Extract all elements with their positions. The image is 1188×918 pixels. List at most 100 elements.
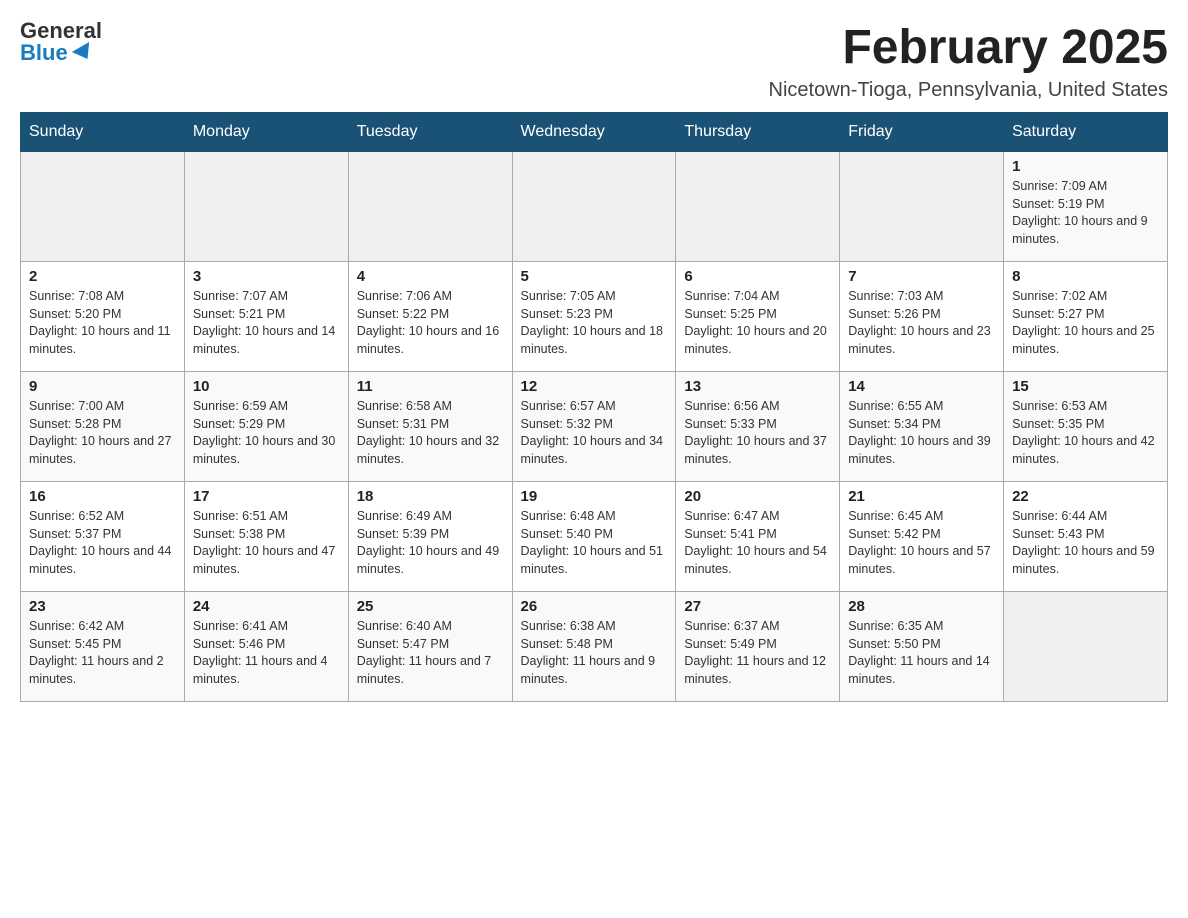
- calendar-table: SundayMondayTuesdayWednesdayThursdayFrid…: [20, 112, 1168, 702]
- calendar-cell: 22 Sunrise: 6:44 AMSunset: 5:43 PMDayligh…: [1004, 482, 1168, 592]
- day-number: 24: [193, 598, 340, 615]
- day-number: 19: [521, 488, 668, 505]
- calendar-cell: 24 Sunrise: 6:41 AMSunset: 5:46 PMDayligh…: [184, 592, 348, 702]
- day-info: Sunrise: 6:41 AMSunset: 5:46 PMDaylight:…: [193, 618, 340, 688]
- calendar-cell: 5 Sunrise: 7:05 AMSunset: 5:23 PMDaylight…: [512, 262, 676, 372]
- logo-arrow-icon: [72, 42, 96, 64]
- weekday-header-saturday: Saturday: [1004, 113, 1168, 152]
- calendar-cell: [1004, 592, 1168, 702]
- calendar-cell: 21 Sunrise: 6:45 AMSunset: 5:42 PMDayligh…: [840, 482, 1004, 592]
- day-info: Sunrise: 7:04 AMSunset: 5:25 PMDaylight:…: [684, 288, 831, 358]
- day-number: 3: [193, 268, 340, 285]
- day-info: Sunrise: 7:05 AMSunset: 5:23 PMDaylight:…: [521, 288, 668, 358]
- calendar-cell: 18 Sunrise: 6:49 AMSunset: 5:39 PMDayligh…: [348, 482, 512, 592]
- day-info: Sunrise: 6:48 AMSunset: 5:40 PMDaylight:…: [521, 508, 668, 578]
- calendar-cell: 23Sunrise: 6:42 AMSunset: 5:45 PMDayligh…: [21, 592, 185, 702]
- day-info: Sunrise: 7:02 AMSunset: 5:27 PMDaylight:…: [1012, 288, 1159, 358]
- day-info: Sunrise: 7:03 AMSunset: 5:26 PMDaylight:…: [848, 288, 995, 358]
- weekday-header-friday: Friday: [840, 113, 1004, 152]
- day-info: Sunrise: 6:47 AMSunset: 5:41 PMDaylight:…: [684, 508, 831, 578]
- weekday-header-monday: Monday: [184, 113, 348, 152]
- calendar-cell: 17 Sunrise: 6:51 AMSunset: 5:38 PMDayligh…: [184, 482, 348, 592]
- day-number: 13: [684, 378, 831, 395]
- calendar-week-row: 2Sunrise: 7:08 AMSunset: 5:20 PMDaylight…: [21, 262, 1168, 372]
- day-info: Sunrise: 6:52 AMSunset: 5:37 PMDaylight:…: [29, 508, 176, 578]
- calendar-cell: 19 Sunrise: 6:48 AMSunset: 5:40 PMDayligh…: [512, 482, 676, 592]
- day-info: Sunrise: 7:08 AMSunset: 5:20 PMDaylight:…: [29, 288, 176, 358]
- weekday-header-sunday: Sunday: [21, 113, 185, 152]
- day-info: Sunrise: 6:35 AMSunset: 5:50 PMDaylight:…: [848, 618, 995, 688]
- calendar-week-row: 16Sunrise: 6:52 AMSunset: 5:37 PMDayligh…: [21, 482, 1168, 592]
- weekday-header-tuesday: Tuesday: [348, 113, 512, 152]
- day-info: Sunrise: 7:07 AMSunset: 5:21 PMDaylight:…: [193, 288, 340, 358]
- calendar-cell: 25Sunrise: 6:40 AMSunset: 5:47 PMDayligh…: [348, 592, 512, 702]
- day-info: Sunrise: 6:58 AMSunset: 5:31 PMDaylight:…: [357, 398, 504, 468]
- day-info: Sunrise: 6:38 AMSunset: 5:48 PMDaylight:…: [521, 618, 668, 688]
- day-number: 20: [684, 488, 831, 505]
- calendar-subtitle: Nicetown-Tioga, Pennsylvania, United Sta…: [769, 79, 1168, 102]
- calendar-cell: 3 Sunrise: 7:07 AMSunset: 5:21 PMDaylight…: [184, 262, 348, 372]
- day-number: 10: [193, 378, 340, 395]
- day-info: Sunrise: 6:45 AMSunset: 5:42 PMDaylight:…: [848, 508, 995, 578]
- calendar-cell: 9 Sunrise: 7:00 AMSunset: 5:28 PMDaylight…: [21, 372, 185, 482]
- day-info: Sunrise: 6:49 AMSunset: 5:39 PMDaylight:…: [357, 508, 504, 578]
- calendar-cell: [21, 152, 185, 262]
- day-number: 9: [29, 378, 176, 395]
- logo: General Blue: [20, 20, 102, 64]
- day-info: Sunrise: 6:37 AMSunset: 5:49 PMDaylight:…: [684, 618, 831, 688]
- calendar-cell: 14 Sunrise: 6:55 AMSunset: 5:34 PMDayligh…: [840, 372, 1004, 482]
- day-info: Sunrise: 6:55 AMSunset: 5:34 PMDaylight:…: [848, 398, 995, 468]
- day-info: Sunrise: 6:59 AMSunset: 5:29 PMDaylight:…: [193, 398, 340, 468]
- day-info: Sunrise: 6:56 AMSunset: 5:33 PMDaylight:…: [684, 398, 831, 468]
- day-number: 8: [1012, 268, 1159, 285]
- calendar-cell: 20 Sunrise: 6:47 AMSunset: 5:41 PMDayligh…: [676, 482, 840, 592]
- day-number: 14: [848, 378, 995, 395]
- day-info: Sunrise: 6:51 AMSunset: 5:38 PMDaylight:…: [193, 508, 340, 578]
- day-number: 18: [357, 488, 504, 505]
- calendar-cell: 16Sunrise: 6:52 AMSunset: 5:37 PMDayligh…: [21, 482, 185, 592]
- day-number: 15: [1012, 378, 1159, 395]
- day-number: 5: [521, 268, 668, 285]
- calendar-week-row: 9 Sunrise: 7:00 AMSunset: 5:28 PMDaylight…: [21, 372, 1168, 482]
- day-number: 6: [684, 268, 831, 285]
- day-number: 21: [848, 488, 995, 505]
- day-number: 22: [1012, 488, 1159, 505]
- day-info: Sunrise: 7:00 AMSunset: 5:28 PMDaylight:…: [29, 398, 176, 468]
- calendar-cell: 11Sunrise: 6:58 AMSunset: 5:31 PMDayligh…: [348, 372, 512, 482]
- page-header: General Blue February 2025 Nicetown-Tiog…: [20, 20, 1168, 102]
- calendar-cell: 15Sunrise: 6:53 AMSunset: 5:35 PMDayligh…: [1004, 372, 1168, 482]
- calendar-cell: 7Sunrise: 7:03 AMSunset: 5:26 PMDaylight…: [840, 262, 1004, 372]
- day-info: Sunrise: 7:09 AMSunset: 5:19 PMDaylight:…: [1012, 178, 1159, 248]
- weekday-header-row: SundayMondayTuesdayWednesdayThursdayFrid…: [21, 113, 1168, 152]
- day-number: 17: [193, 488, 340, 505]
- calendar-cell: 12 Sunrise: 6:57 AMSunset: 5:32 PMDayligh…: [512, 372, 676, 482]
- day-number: 27: [684, 598, 831, 615]
- calendar-cell: 27 Sunrise: 6:37 AMSunset: 5:49 PMDayligh…: [676, 592, 840, 702]
- calendar-cell: 4Sunrise: 7:06 AMSunset: 5:22 PMDaylight…: [348, 262, 512, 372]
- logo-blue-text: Blue: [20, 42, 94, 64]
- day-number: 4: [357, 268, 504, 285]
- calendar-cell: 1 Sunrise: 7:09 AMSunset: 5:19 PMDaylight…: [1004, 152, 1168, 262]
- calendar-cell: 28 Sunrise: 6:35 AMSunset: 5:50 PMDayligh…: [840, 592, 1004, 702]
- calendar-cell: [348, 152, 512, 262]
- logo-general-text: General: [20, 20, 102, 42]
- calendar-cell: [184, 152, 348, 262]
- calendar-week-row: 1 Sunrise: 7:09 AMSunset: 5:19 PMDaylight…: [21, 152, 1168, 262]
- calendar-cell: [840, 152, 1004, 262]
- day-number: 28: [848, 598, 995, 615]
- calendar-cell: 8 Sunrise: 7:02 AMSunset: 5:27 PMDaylight…: [1004, 262, 1168, 372]
- day-number: 26: [521, 598, 668, 615]
- day-info: Sunrise: 6:42 AMSunset: 5:45 PMDaylight:…: [29, 618, 176, 688]
- calendar-cell: 6 Sunrise: 7:04 AMSunset: 5:25 PMDaylight…: [676, 262, 840, 372]
- day-info: Sunrise: 6:44 AMSunset: 5:43 PMDaylight:…: [1012, 508, 1159, 578]
- calendar-cell: 13 Sunrise: 6:56 AMSunset: 5:33 PMDayligh…: [676, 372, 840, 482]
- day-number: 1: [1012, 158, 1159, 175]
- calendar-cell: 2Sunrise: 7:08 AMSunset: 5:20 PMDaylight…: [21, 262, 185, 372]
- day-info: Sunrise: 6:57 AMSunset: 5:32 PMDaylight:…: [521, 398, 668, 468]
- calendar-header: SundayMondayTuesdayWednesdayThursdayFrid…: [21, 113, 1168, 152]
- weekday-header-wednesday: Wednesday: [512, 113, 676, 152]
- calendar-week-row: 23Sunrise: 6:42 AMSunset: 5:45 PMDayligh…: [21, 592, 1168, 702]
- day-number: 12: [521, 378, 668, 395]
- calendar-title: February 2025: [769, 20, 1168, 75]
- calendar-cell: 10 Sunrise: 6:59 AMSunset: 5:29 PMDayligh…: [184, 372, 348, 482]
